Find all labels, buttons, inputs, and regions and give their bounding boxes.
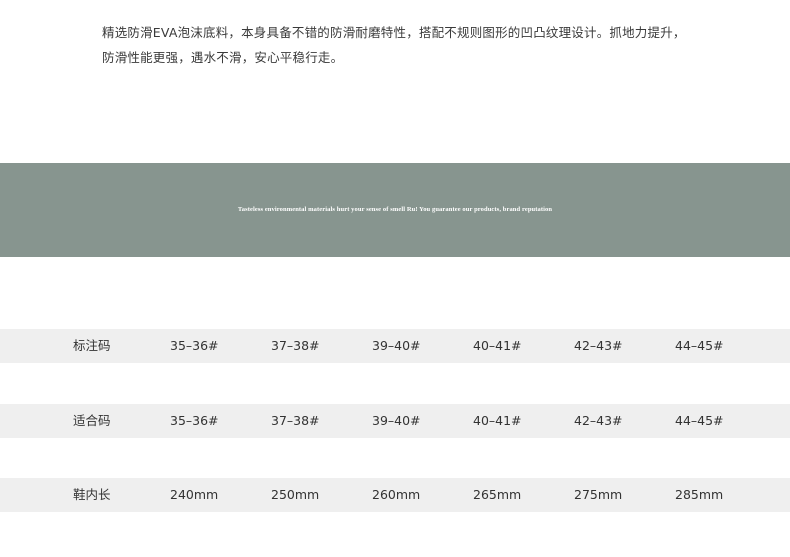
banner-slogan: Tasteless environmental materials hurt y…: [237, 205, 553, 213]
size-row-inner-length: 鞋内长 240mm 250mm 260mm 265mm 275mm 285mm: [0, 478, 790, 512]
intro-line-2: 防滑性能更强，遇水不滑，安心平稳行走。: [102, 50, 344, 65]
size-cell: 44–45#: [675, 338, 724, 353]
size-cell: 35–36#: [170, 413, 219, 428]
size-cell: 44–45#: [675, 413, 724, 428]
length-cell: 285mm: [675, 487, 724, 502]
length-cell: 240mm: [170, 487, 219, 502]
size-cell: 42–43#: [574, 413, 623, 428]
row-label: 适合码: [73, 413, 111, 428]
size-cell: 40–41#: [473, 338, 522, 353]
length-cell: 250mm: [271, 487, 320, 502]
size-cell: 37–38#: [271, 338, 320, 353]
length-cell: 260mm: [372, 487, 421, 502]
size-row-fit: 适合码 35–36# 37–38# 39–40# 40–41# 42–43# 4…: [0, 404, 790, 438]
length-cell: 275mm: [574, 487, 623, 502]
size-row-marked: 标注码 35–36# 37–38# 39–40# 40–41# 42–43# 4…: [0, 329, 790, 363]
size-cell: 39–40#: [372, 338, 421, 353]
size-cell: 35–36#: [170, 338, 219, 353]
size-cell: 40–41#: [473, 413, 522, 428]
slogan-banner: Tasteless environmental materials hurt y…: [0, 163, 790, 257]
row-label: 鞋内长: [73, 487, 111, 502]
row-label: 标注码: [73, 338, 111, 353]
length-cell: 265mm: [473, 487, 522, 502]
intro-text: 精选防滑EVA泡沫底料，本身具备不错的防滑耐磨特性，搭配不规则图形的凹凸纹理设计…: [102, 20, 762, 70]
size-cell: 39–40#: [372, 413, 421, 428]
size-cell: 37–38#: [271, 413, 320, 428]
size-cell: 42–43#: [574, 338, 623, 353]
intro-line-1: 精选防滑EVA泡沫底料，本身具备不错的防滑耐磨特性，搭配不规则图形的凹凸纹理设计…: [102, 25, 686, 40]
